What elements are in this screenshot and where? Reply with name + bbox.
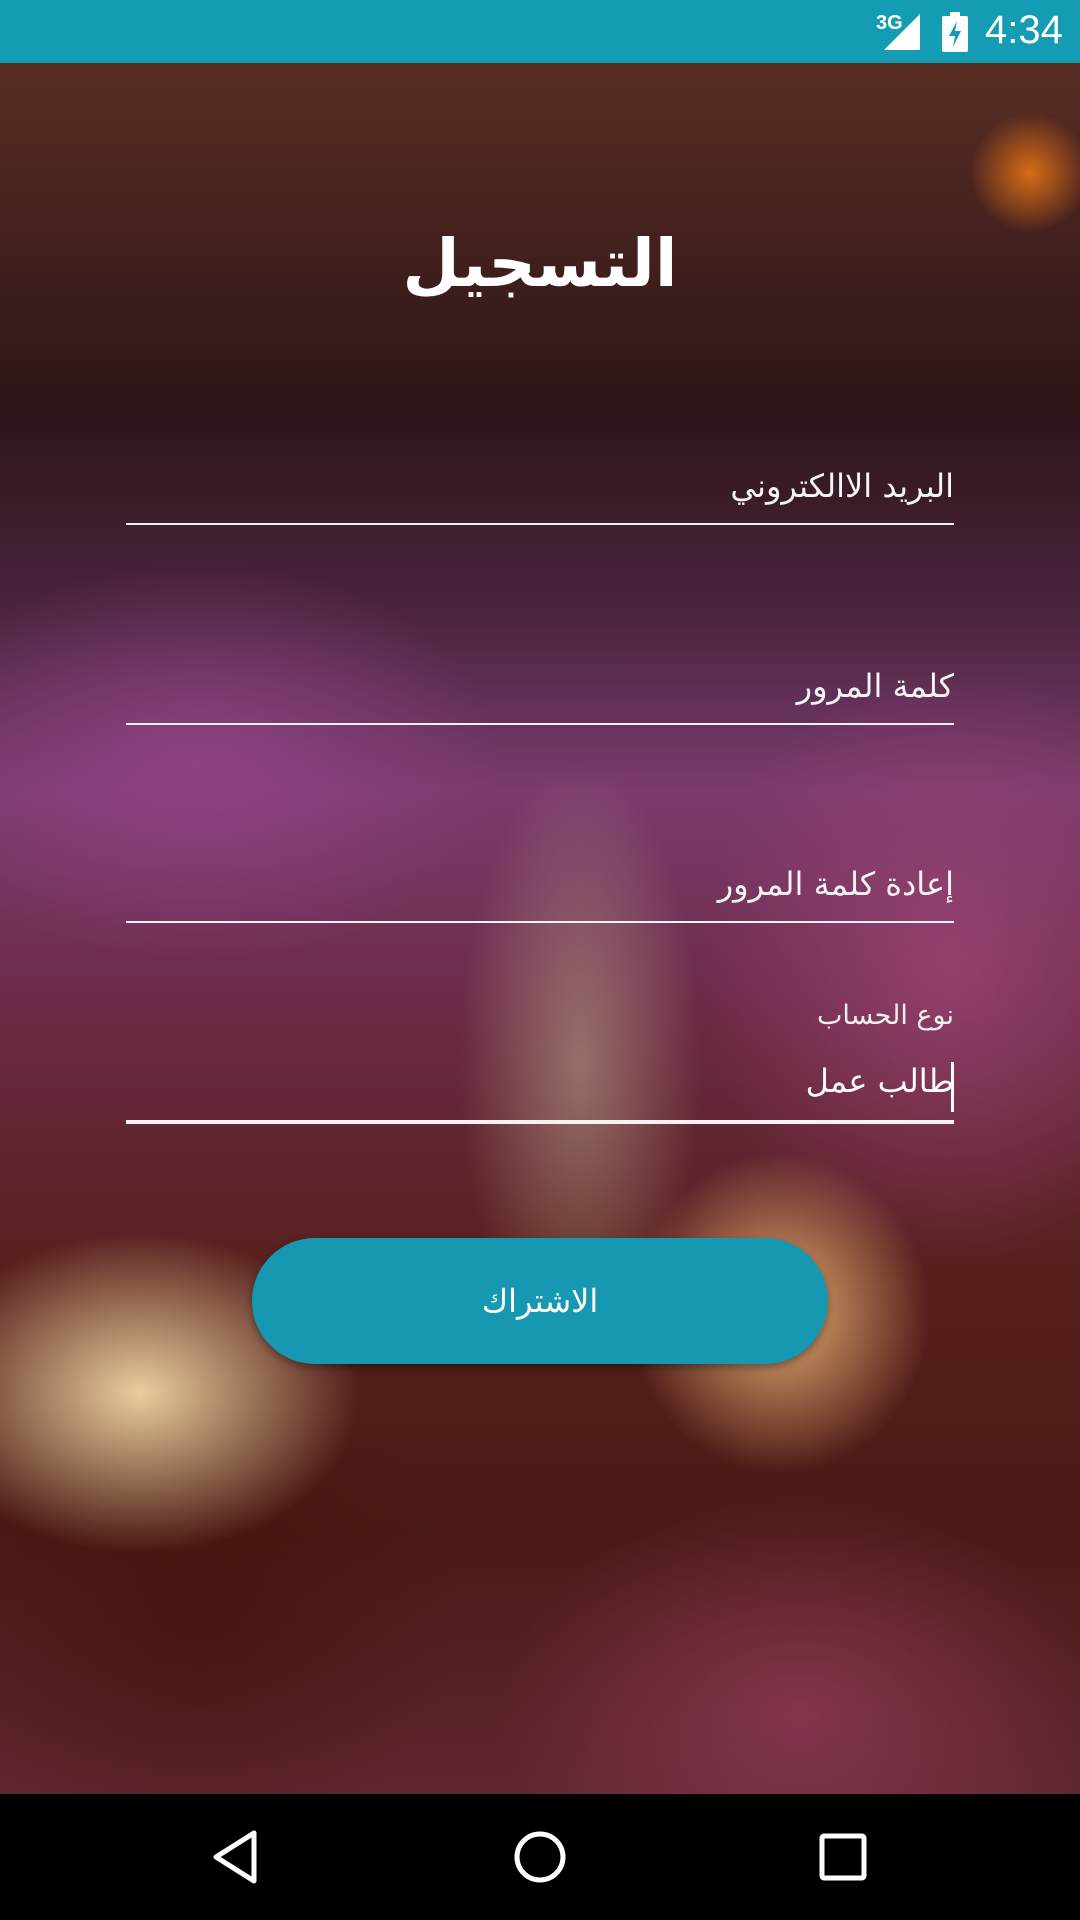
signup-screen: 3G 4:34 التسجيل البريد الاالكتروني كلمة …: [0, 0, 1080, 1920]
confirm-password-field[interactable]: إعادة كلمة المرور: [126, 853, 954, 923]
confirm-password-placeholder: إعادة كلمة المرور: [717, 865, 954, 903]
confirm-password-underline: [126, 921, 954, 923]
recent-apps-icon[interactable]: [813, 1827, 873, 1887]
blurred-background-image: [0, 63, 1080, 1794]
status-bar: 3G 4:34: [0, 0, 1080, 63]
signal-icon: [884, 14, 920, 50]
password-field[interactable]: كلمة المرور: [126, 655, 954, 725]
clock: 4:34: [985, 8, 1063, 52]
account-type-value: طالب عمل: [805, 1062, 954, 1100]
navigation-bar: [0, 1794, 1080, 1920]
password-underline: [126, 723, 954, 725]
back-icon[interactable]: [206, 1827, 266, 1887]
account-type-underline: [126, 1120, 954, 1124]
home-icon[interactable]: [510, 1827, 570, 1887]
password-placeholder: كلمة المرور: [796, 667, 954, 705]
text-cursor: [951, 1062, 954, 1112]
email-field[interactable]: البريد الاالكتروني: [126, 455, 954, 525]
account-type-field[interactable]: نوع الحساب طالب عمل: [126, 1000, 954, 1124]
email-underline: [126, 523, 954, 525]
page-title: التسجيل: [402, 225, 678, 302]
battery-charging-icon: [942, 12, 968, 52]
account-type-label: نوع الحساب: [816, 1000, 954, 1031]
signup-button[interactable]: الاشتراك: [252, 1238, 828, 1364]
email-placeholder: البريد الاالكتروني: [730, 467, 954, 505]
